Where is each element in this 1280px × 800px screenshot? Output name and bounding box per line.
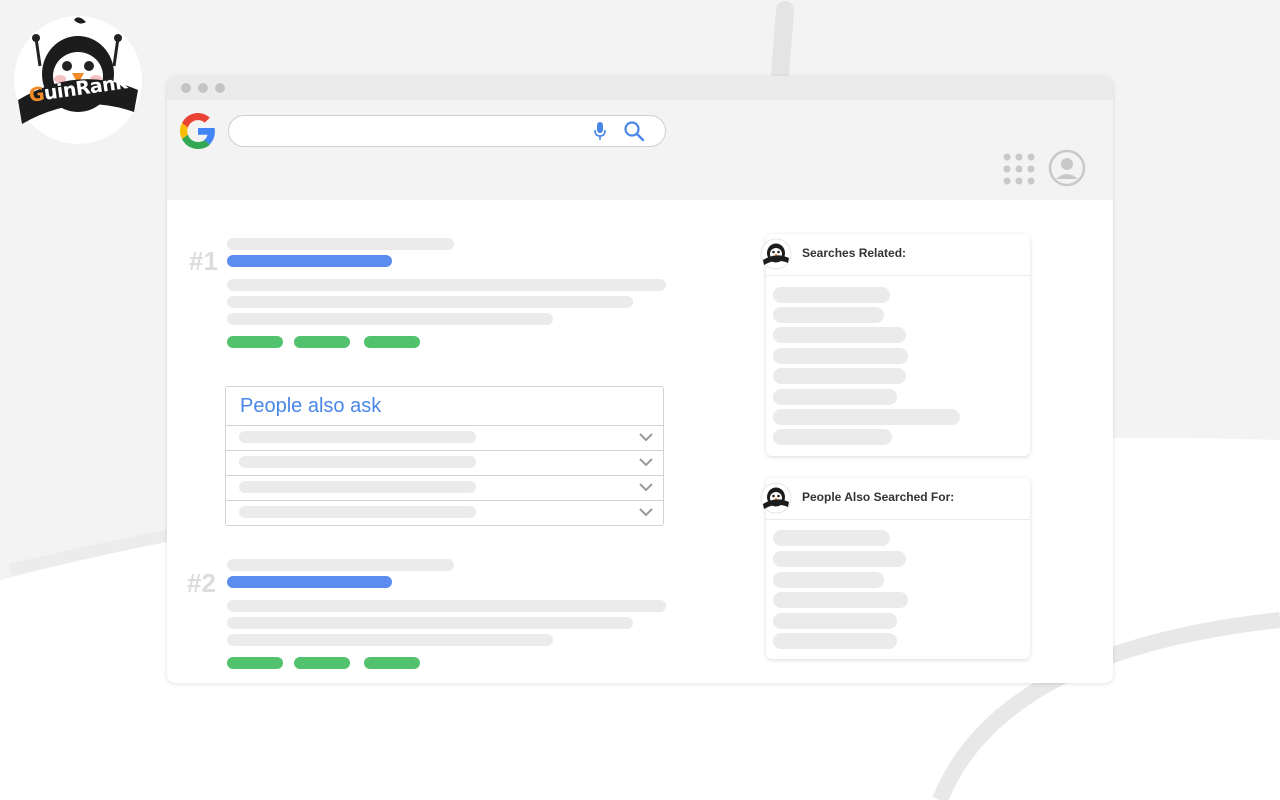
also-searched-item[interactable]	[773, 613, 897, 629]
related-search-item[interactable]	[773, 307, 884, 323]
searches-related-panel: Searches Related:	[760, 234, 1030, 456]
result-1-snippet-line	[227, 279, 666, 291]
result-1-url	[227, 238, 454, 250]
microphone-icon[interactable]	[593, 121, 607, 141]
chevron-down-icon[interactable]	[639, 457, 653, 467]
paa-question-text	[239, 431, 476, 443]
result-1-title-link[interactable]	[227, 255, 392, 267]
people-also-searched-panel: People Also Searched For:	[760, 478, 1030, 659]
result-2-sitelink[interactable]	[294, 657, 350, 669]
related-search-item[interactable]	[773, 327, 906, 343]
related-search-item[interactable]	[773, 429, 892, 445]
search-input[interactable]	[228, 115, 666, 147]
result-2-url	[227, 559, 454, 571]
people-also-ask-box: People also ask	[225, 386, 664, 526]
search-header	[167, 100, 1113, 200]
result-rank-2: #2	[187, 568, 216, 598]
apps-grid-icon[interactable]	[1003, 153, 1035, 185]
paa-question-row[interactable]	[226, 475, 663, 500]
result-1-sitelink[interactable]	[294, 336, 350, 348]
chevron-down-icon[interactable]	[639, 432, 653, 442]
paa-question-row[interactable]	[226, 500, 663, 525]
panel-header: People Also Searched For:	[760, 478, 1030, 520]
paa-question-text	[239, 456, 476, 468]
result-1-sitelink[interactable]	[364, 336, 420, 348]
google-g-icon	[180, 113, 215, 149]
window-dot-1[interactable]	[181, 83, 191, 93]
also-searched-item[interactable]	[773, 592, 908, 608]
result-2-snippet-line	[227, 634, 553, 646]
also-searched-item[interactable]	[773, 551, 906, 567]
related-search-item[interactable]	[773, 368, 906, 384]
paa-question-text	[239, 481, 476, 493]
window-dot-3[interactable]	[215, 83, 225, 93]
related-search-item[interactable]	[773, 389, 897, 405]
related-search-item[interactable]	[773, 287, 890, 303]
chevron-down-icon[interactable]	[639, 507, 653, 517]
browser-titlebar	[167, 76, 1113, 100]
result-2-snippet-line	[227, 600, 666, 612]
also-searched-item[interactable]	[773, 530, 890, 546]
result-2-sitelink[interactable]	[364, 657, 420, 669]
paa-question-text	[239, 506, 476, 518]
penguin-logo-icon	[760, 482, 792, 514]
result-1-snippet-line	[227, 313, 553, 325]
result-2-title-link[interactable]	[227, 576, 392, 588]
searches-related-title: Searches Related:	[802, 246, 907, 260]
account-avatar-icon[interactable]	[1048, 149, 1086, 187]
search-icon[interactable]	[623, 120, 645, 142]
people-also-ask-title: People also ask	[240, 395, 382, 417]
penguin-logo-icon	[760, 238, 792, 270]
browser-window: #1 People also ask #2 Searches Related: …	[167, 76, 1113, 683]
result-rank-1: #1	[189, 246, 218, 276]
result-1-snippet-line	[227, 296, 633, 308]
window-dot-2[interactable]	[198, 83, 208, 93]
panel-header: Searches Related:	[760, 234, 1030, 276]
result-1-sitelink[interactable]	[227, 336, 283, 348]
result-2-snippet-line	[227, 617, 633, 629]
related-search-item[interactable]	[773, 409, 960, 425]
people-also-searched-title: People Also Searched For:	[802, 490, 955, 504]
chevron-down-icon[interactable]	[639, 482, 653, 492]
paa-question-row[interactable]	[226, 450, 663, 475]
also-searched-item[interactable]	[773, 633, 897, 649]
also-searched-item[interactable]	[773, 572, 884, 588]
paa-question-row[interactable]	[226, 425, 663, 450]
related-search-item[interactable]	[773, 348, 908, 364]
result-2-sitelink[interactable]	[227, 657, 283, 669]
